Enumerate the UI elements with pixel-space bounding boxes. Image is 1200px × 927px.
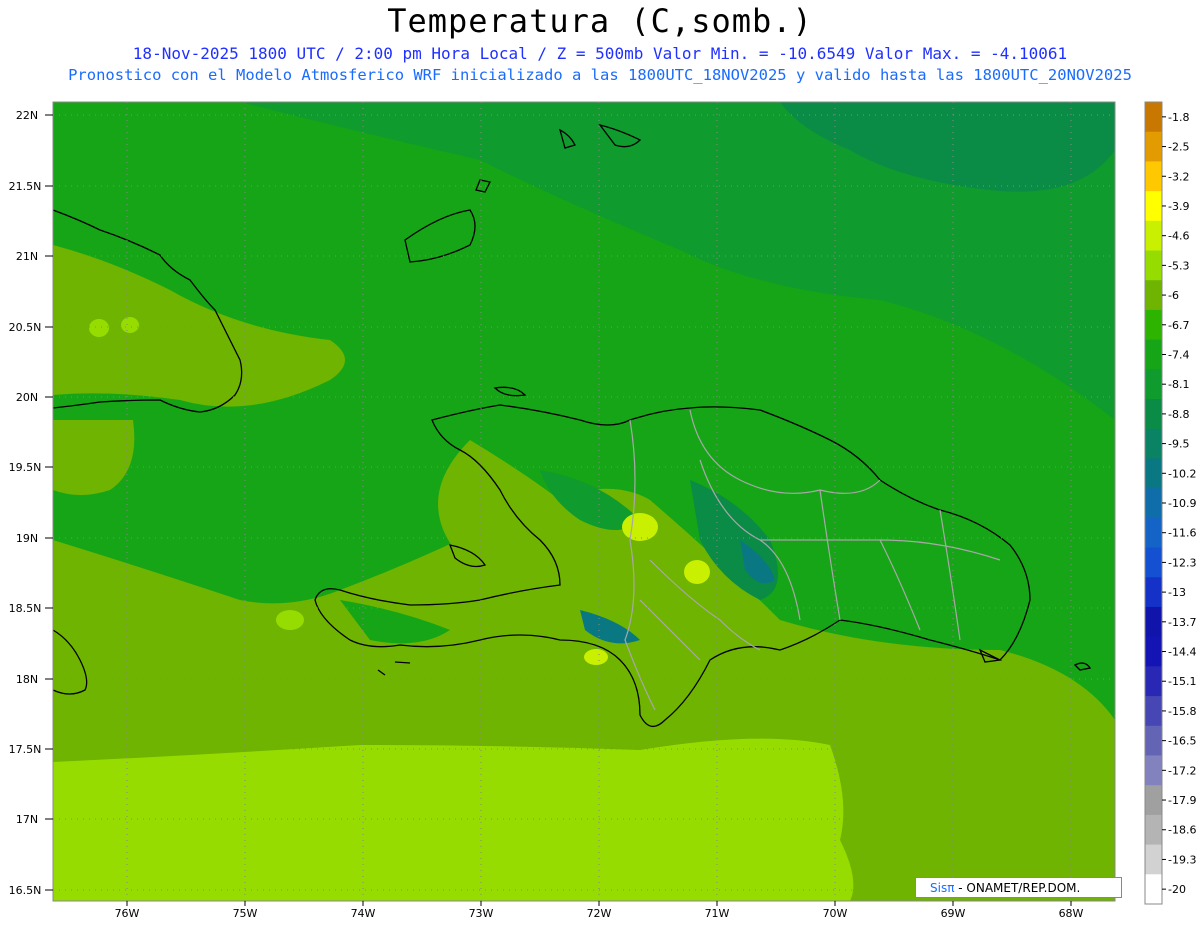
lon-label: 74W bbox=[351, 907, 376, 920]
lat-label: 19N bbox=[16, 532, 38, 545]
colorbar-swatch bbox=[1145, 874, 1162, 905]
lat-label: 21N bbox=[16, 250, 38, 263]
lon-label: 72W bbox=[587, 907, 612, 920]
colorbar-label: -16.5 bbox=[1168, 735, 1196, 748]
lon-label: 71W bbox=[705, 907, 730, 920]
colorbar-label: -8.8 bbox=[1168, 408, 1189, 421]
colorbar-swatch bbox=[1145, 191, 1162, 222]
colorbar-swatch bbox=[1145, 488, 1162, 519]
colorbar-swatch bbox=[1145, 280, 1162, 311]
colorbar-label: -5.3 bbox=[1168, 259, 1189, 272]
lat-label: 17.5N bbox=[9, 743, 42, 756]
colorbar-label: -15.1 bbox=[1168, 675, 1196, 688]
lon-label: 68W bbox=[1059, 907, 1084, 920]
lon-label: 73W bbox=[469, 907, 494, 920]
colorbar-swatch bbox=[1145, 577, 1162, 608]
colorbar-swatch bbox=[1145, 458, 1162, 489]
colorbar-label: -6 bbox=[1168, 289, 1179, 302]
colorbar-label: -15.8 bbox=[1168, 705, 1196, 718]
colorbar-swatch bbox=[1145, 339, 1162, 370]
lat-label: 17N bbox=[16, 813, 38, 826]
sistemapi-logo: Sisπ bbox=[930, 881, 955, 895]
longitude-axis: 76W 75W 74W 73W 72W 71W 70W 69W 68W bbox=[115, 901, 1084, 920]
lon-label: 69W bbox=[941, 907, 966, 920]
temperature-map: 22N 21.5N 21N 20.5N 20N 19.5N 19N 18.5N … bbox=[9, 101, 1196, 920]
colorbar-swatch bbox=[1145, 785, 1162, 816]
colorbar-label: -12.3 bbox=[1168, 556, 1196, 569]
colorbar-label: -3.2 bbox=[1168, 170, 1189, 183]
lat-label: 21.5N bbox=[9, 180, 42, 193]
colorbar-label: -10.2 bbox=[1168, 467, 1196, 480]
colorbar-swatch bbox=[1145, 220, 1162, 252]
lon-label: 70W bbox=[823, 907, 848, 920]
colorbar-swatch bbox=[1145, 725, 1162, 756]
lat-label: 19.5N bbox=[9, 461, 42, 474]
lat-label: 18N bbox=[16, 673, 38, 686]
colorbar-swatch bbox=[1145, 250, 1162, 281]
colorbar-swatch bbox=[1145, 131, 1162, 162]
colorbar-label: -10.9 bbox=[1168, 497, 1196, 510]
colorbar-swatch bbox=[1145, 309, 1162, 341]
colorbar-label: -14.4 bbox=[1168, 646, 1196, 659]
colorbar-label: -3.9 bbox=[1168, 200, 1189, 213]
colorbar-swatch bbox=[1145, 636, 1162, 667]
colorbar: -1.8 -2.5 -3.2 -3.9 -4.6 -5.3 -6 -6.7 -7.4 -8.1 -8… bbox=[1144, 101, 1196, 905]
colorbar-swatch bbox=[1145, 399, 1162, 430]
colorbar-swatch bbox=[1145, 696, 1162, 727]
colorbar-label: -13.7 bbox=[1168, 616, 1196, 629]
colorbar-swatch bbox=[1145, 517, 1162, 549]
colorbar-label: -2.5 bbox=[1168, 141, 1189, 154]
colorbar-label: -19.3 bbox=[1168, 853, 1196, 866]
colorbar-label: -1.8 bbox=[1168, 111, 1189, 124]
colorbar-swatch bbox=[1145, 606, 1162, 638]
colorbar-swatch bbox=[1145, 161, 1162, 192]
colorbar-swatch bbox=[1145, 814, 1162, 846]
colorbar-swatch bbox=[1145, 369, 1162, 400]
colorbar-swatch bbox=[1145, 844, 1162, 875]
credit-box: Sisπ - ONAMET/REP.DOM. bbox=[915, 877, 1122, 898]
lon-label: 76W bbox=[115, 907, 140, 920]
colorbar-label: -8.1 bbox=[1168, 378, 1189, 391]
temperature-field bbox=[53, 102, 1115, 901]
colorbar-label: -6.7 bbox=[1168, 319, 1189, 332]
colorbar-swatch bbox=[1145, 755, 1162, 786]
colorbar-swatch bbox=[1145, 102, 1162, 133]
colorbar-label: -11.6 bbox=[1168, 527, 1196, 540]
colorbar-label: -4.6 bbox=[1168, 230, 1189, 243]
colorbar-label: -18.6 bbox=[1168, 824, 1196, 837]
lat-label: 22N bbox=[16, 109, 38, 122]
colorbar-swatch bbox=[1145, 666, 1162, 697]
latitude-axis: 22N 21.5N 21N 20.5N 20N 19.5N 19N 18.5N … bbox=[9, 109, 53, 897]
colorbar-label: -17.9 bbox=[1168, 794, 1196, 807]
credit-text: - ONAMET/REP.DOM. bbox=[958, 881, 1081, 895]
colorbar-label: -17.2 bbox=[1168, 764, 1196, 777]
lat-label: 16.5N bbox=[9, 884, 42, 897]
colorbar-label: -9.5 bbox=[1168, 438, 1189, 451]
colorbar-label: -13 bbox=[1168, 586, 1186, 599]
lat-label: 20.5N bbox=[9, 321, 42, 334]
colorbar-label: -7.4 bbox=[1168, 348, 1189, 361]
colorbar-swatch bbox=[1145, 547, 1162, 578]
colorbar-swatch bbox=[1145, 428, 1162, 459]
lat-label: 20N bbox=[16, 391, 38, 404]
lat-label: 18.5N bbox=[9, 602, 42, 615]
colorbar-label: -20 bbox=[1168, 883, 1186, 896]
lon-label: 75W bbox=[233, 907, 258, 920]
